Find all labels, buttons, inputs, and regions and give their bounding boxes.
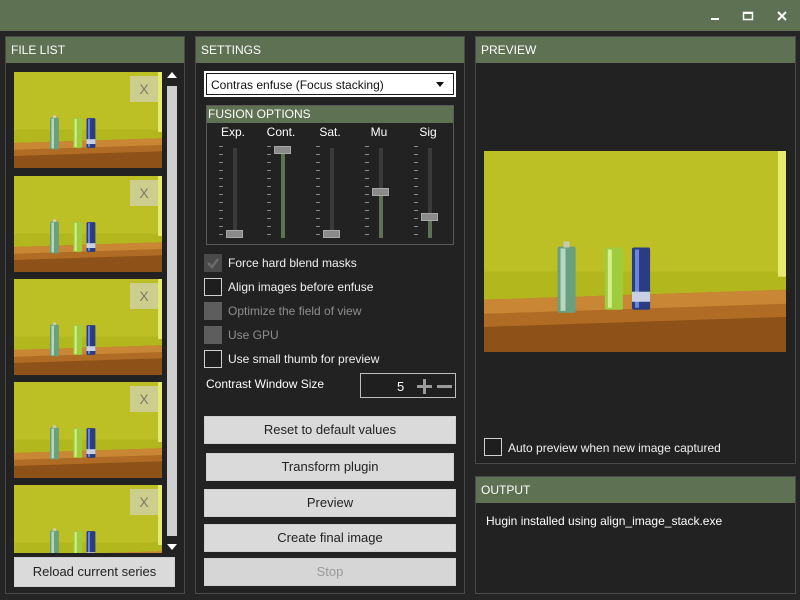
thumbnail-3[interactable]: X — [14, 279, 162, 375]
thumbnail-5[interactable]: X — [14, 485, 162, 553]
slider-ticks — [316, 146, 320, 240]
remove-image-button[interactable]: X — [130, 283, 158, 309]
checkbox-small-thumb[interactable] — [204, 350, 222, 368]
remove-image-button[interactable]: X — [130, 386, 158, 412]
fusion-options-title: FUSION OPTIONS — [207, 106, 453, 123]
checkmark-icon — [207, 258, 219, 269]
slider-ticks — [267, 146, 271, 240]
maximize-button[interactable] — [738, 6, 758, 26]
exp-slider[interactable] — [213, 146, 253, 240]
thumbnail-2[interactable]: X — [14, 176, 162, 272]
checkbox-align-images[interactable] — [204, 278, 222, 296]
thumbnail-1[interactable]: X — [14, 72, 162, 168]
remove-image-button[interactable]: X — [130, 76, 158, 102]
slider-label-exp: Exp. — [220, 125, 245, 139]
checkbox-auto-preview[interactable] — [484, 438, 502, 456]
slider-knob[interactable] — [323, 230, 340, 238]
title-bar — [0, 0, 800, 31]
thumbnail-4[interactable]: X — [14, 382, 162, 478]
minus-icon[interactable] — [436, 378, 452, 394]
output-title: OUTPUT — [476, 477, 795, 503]
slider-ticks — [414, 146, 418, 240]
chevron-down-icon — [436, 82, 444, 87]
mu-slider[interactable] — [359, 146, 399, 240]
checkbox-use-gpu — [204, 326, 222, 344]
slider-knob[interactable] — [226, 230, 243, 238]
slider-track — [233, 148, 237, 238]
label-force-hard-blend: Force hard blend masks — [228, 256, 357, 270]
sig-slider[interactable] — [408, 146, 448, 240]
minimize-button[interactable] — [705, 6, 725, 26]
slider-fill — [281, 154, 285, 238]
settings-title: SETTINGS — [196, 37, 464, 63]
slider-ticks — [365, 146, 369, 240]
slider-ticks — [219, 146, 223, 240]
minimize-icon — [711, 18, 719, 20]
plugin-select[interactable]: Contras enfuse (Focus stacking) — [204, 71, 456, 97]
scroll-down-icon[interactable] — [165, 542, 179, 552]
label-use-gpu: Use GPU — [228, 328, 279, 342]
slider-label-mu: Mu — [370, 125, 388, 139]
scroll-up-icon[interactable] — [165, 70, 179, 80]
label-small-thumb: Use small thumb for preview — [228, 352, 380, 366]
remove-image-button[interactable]: X — [130, 489, 158, 515]
slider-knob[interactable] — [421, 213, 438, 221]
scrollbar-thumb[interactable] — [167, 86, 177, 536]
remove-image-button[interactable]: X — [130, 180, 158, 206]
label-optimize-fov: Optimize the field of view — [228, 304, 362, 318]
slider-label-sig: Sig — [419, 125, 437, 139]
contrast-window-stepper[interactable]: 5 — [360, 373, 456, 398]
output-message: Hugin installed using align_image_stack.… — [486, 514, 723, 528]
slider-fill — [428, 221, 432, 238]
output-panel: OUTPUT — [475, 476, 796, 594]
slider-label-sat: Sat. — [319, 125, 341, 139]
preview-image — [484, 151, 786, 352]
create-final-image-button[interactable]: Create final image — [204, 524, 456, 552]
label-align-images: Align images before enfuse — [228, 280, 374, 294]
slider-track — [330, 148, 334, 238]
contrast-window-label: Contrast Window Size — [206, 377, 325, 391]
slider-knob[interactable] — [274, 146, 291, 154]
plus-icon[interactable] — [416, 378, 432, 394]
preview-title: PREVIEW — [476, 37, 795, 63]
cont-slider[interactable] — [261, 146, 301, 240]
reset-defaults-button[interactable]: Reset to default values — [204, 416, 456, 444]
slider-label-cont: Cont. — [266, 125, 296, 139]
slider-fill — [379, 196, 383, 238]
file-list-scrollbar[interactable] — [165, 70, 179, 552]
transform-plugin-button[interactable]: Transform plugin — [206, 453, 454, 481]
checkbox-force-hard-blend[interactable] — [204, 254, 222, 272]
file-list-title: FILE LIST — [6, 37, 184, 63]
sat-slider[interactable] — [310, 146, 350, 240]
checkbox-optimize-fov — [204, 302, 222, 320]
preview-button[interactable]: Preview — [204, 489, 456, 517]
maximize-icon — [742, 11, 754, 21]
plugin-select-value: Contras enfuse (Focus stacking) — [211, 78, 384, 92]
reload-series-button[interactable]: Reload current series — [14, 557, 175, 587]
close-icon — [777, 11, 787, 21]
label-auto-preview: Auto preview when new image captured — [508, 441, 721, 455]
stop-button: Stop — [204, 558, 456, 586]
slider-knob[interactable] — [372, 188, 389, 196]
close-button[interactable] — [772, 6, 792, 26]
contrast-window-value: 5 — [397, 379, 405, 394]
